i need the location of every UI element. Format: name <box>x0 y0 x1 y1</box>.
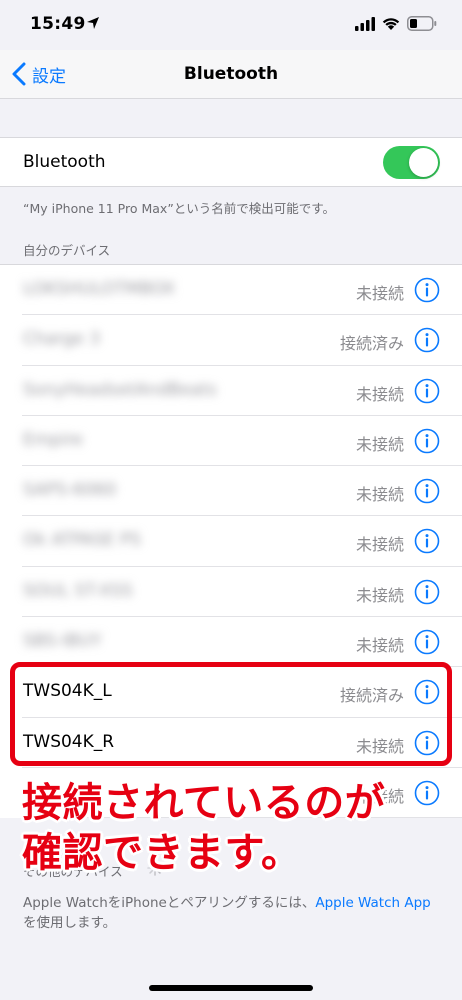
annotation-line-2: 確認できます。 <box>22 830 302 876</box>
info-icon[interactable] <box>414 629 440 655</box>
device-status: 未接続 <box>355 284 404 303</box>
device-status: 未接続 <box>355 434 404 454</box>
annotation-text: 接続されているのが 確認できます。 <box>22 778 385 878</box>
info-icon[interactable] <box>414 528 440 554</box>
device-name: Charge 3 <box>23 329 101 350</box>
location-arrow-icon <box>87 17 99 29</box>
info-icon[interactable] <box>414 327 440 353</box>
apple-watch-app-link[interactable]: Apple Watch App <box>315 895 430 911</box>
battery-icon <box>407 16 437 31</box>
info-icon[interactable] <box>414 780 440 806</box>
apple-watch-note: Apple WatchをiPhoneとペアリングするには、Apple Watch… <box>23 893 443 933</box>
info-icon[interactable] <box>414 478 440 504</box>
info-icon[interactable] <box>414 428 440 454</box>
info-icon[interactable] <box>414 277 440 303</box>
info-icon[interactable] <box>414 579 440 605</box>
device-row[interactable]: SAPS-6060 未接続 <box>0 466 462 517</box>
device-row[interactable]: Ok ATPASE PS 未接続 <box>0 516 462 568</box>
device-row[interactable]: Charge 3 接続済み <box>0 315 462 366</box>
device-status: 未接続 <box>355 485 404 505</box>
status-time: 15:49 <box>30 14 86 34</box>
bluetooth-label: Bluetooth <box>23 152 106 172</box>
device-name: Ok ATPASE PS <box>23 530 142 551</box>
device-status: 未接続 <box>355 636 404 656</box>
navigation-bar: 設定 Bluetooth <box>0 50 462 99</box>
bluetooth-toggle-row: Bluetooth <box>0 137 462 187</box>
page-title: Bluetooth <box>183 64 279 84</box>
device-status: 未接続 <box>355 535 404 555</box>
device-row[interactable]: SonyHeadsetAndBeats 未接続 <box>0 366 462 417</box>
device-status: 未接続 <box>355 585 404 605</box>
device-name: SAPS-6060 <box>23 480 117 501</box>
device-status: 未接続 <box>355 384 404 404</box>
device-status: 接続済み <box>339 334 404 354</box>
device-name: Empire <box>23 429 83 450</box>
apple-watch-note-text: Apple WatchをiPhoneとペアリングするには、 <box>23 895 316 911</box>
wifi-icon <box>382 18 400 30</box>
discoverable-note: “My iPhone 11 Pro Max”という名前で検出可能です。 <box>23 201 336 216</box>
switch-knob <box>409 148 438 177</box>
bluetooth-switch[interactable] <box>383 146 440 179</box>
info-icon[interactable] <box>414 378 440 404</box>
device-name: LOKSHULOTMBOX <box>23 279 176 299</box>
device-row[interactable]: SOUL ST-XSS 未接続 <box>0 567 462 618</box>
my-devices-header: 自分のデバイス <box>23 243 111 258</box>
device-name: SBS-IBUY <box>23 631 102 652</box>
apple-watch-note-suffix: を使用します。 <box>23 915 117 931</box>
device-name: SonyHeadsetAndBeats <box>23 379 217 400</box>
home-indicator[interactable] <box>149 985 313 991</box>
device-name: SOUL ST-XSS <box>23 580 133 601</box>
device-row[interactable]: Empire 未接続 <box>0 416 462 467</box>
annotation-line-1: 接続されているのが <box>22 780 386 826</box>
device-row[interactable]: LOKSHULOTMBOX 未接続 <box>0 265 462 316</box>
highlight-box <box>10 662 452 766</box>
device-row[interactable]: SBS-IBUY 未接続 <box>0 617 462 668</box>
status-bar: 15:49 <box>0 0 462 50</box>
cellular-signal-icon <box>355 17 375 31</box>
